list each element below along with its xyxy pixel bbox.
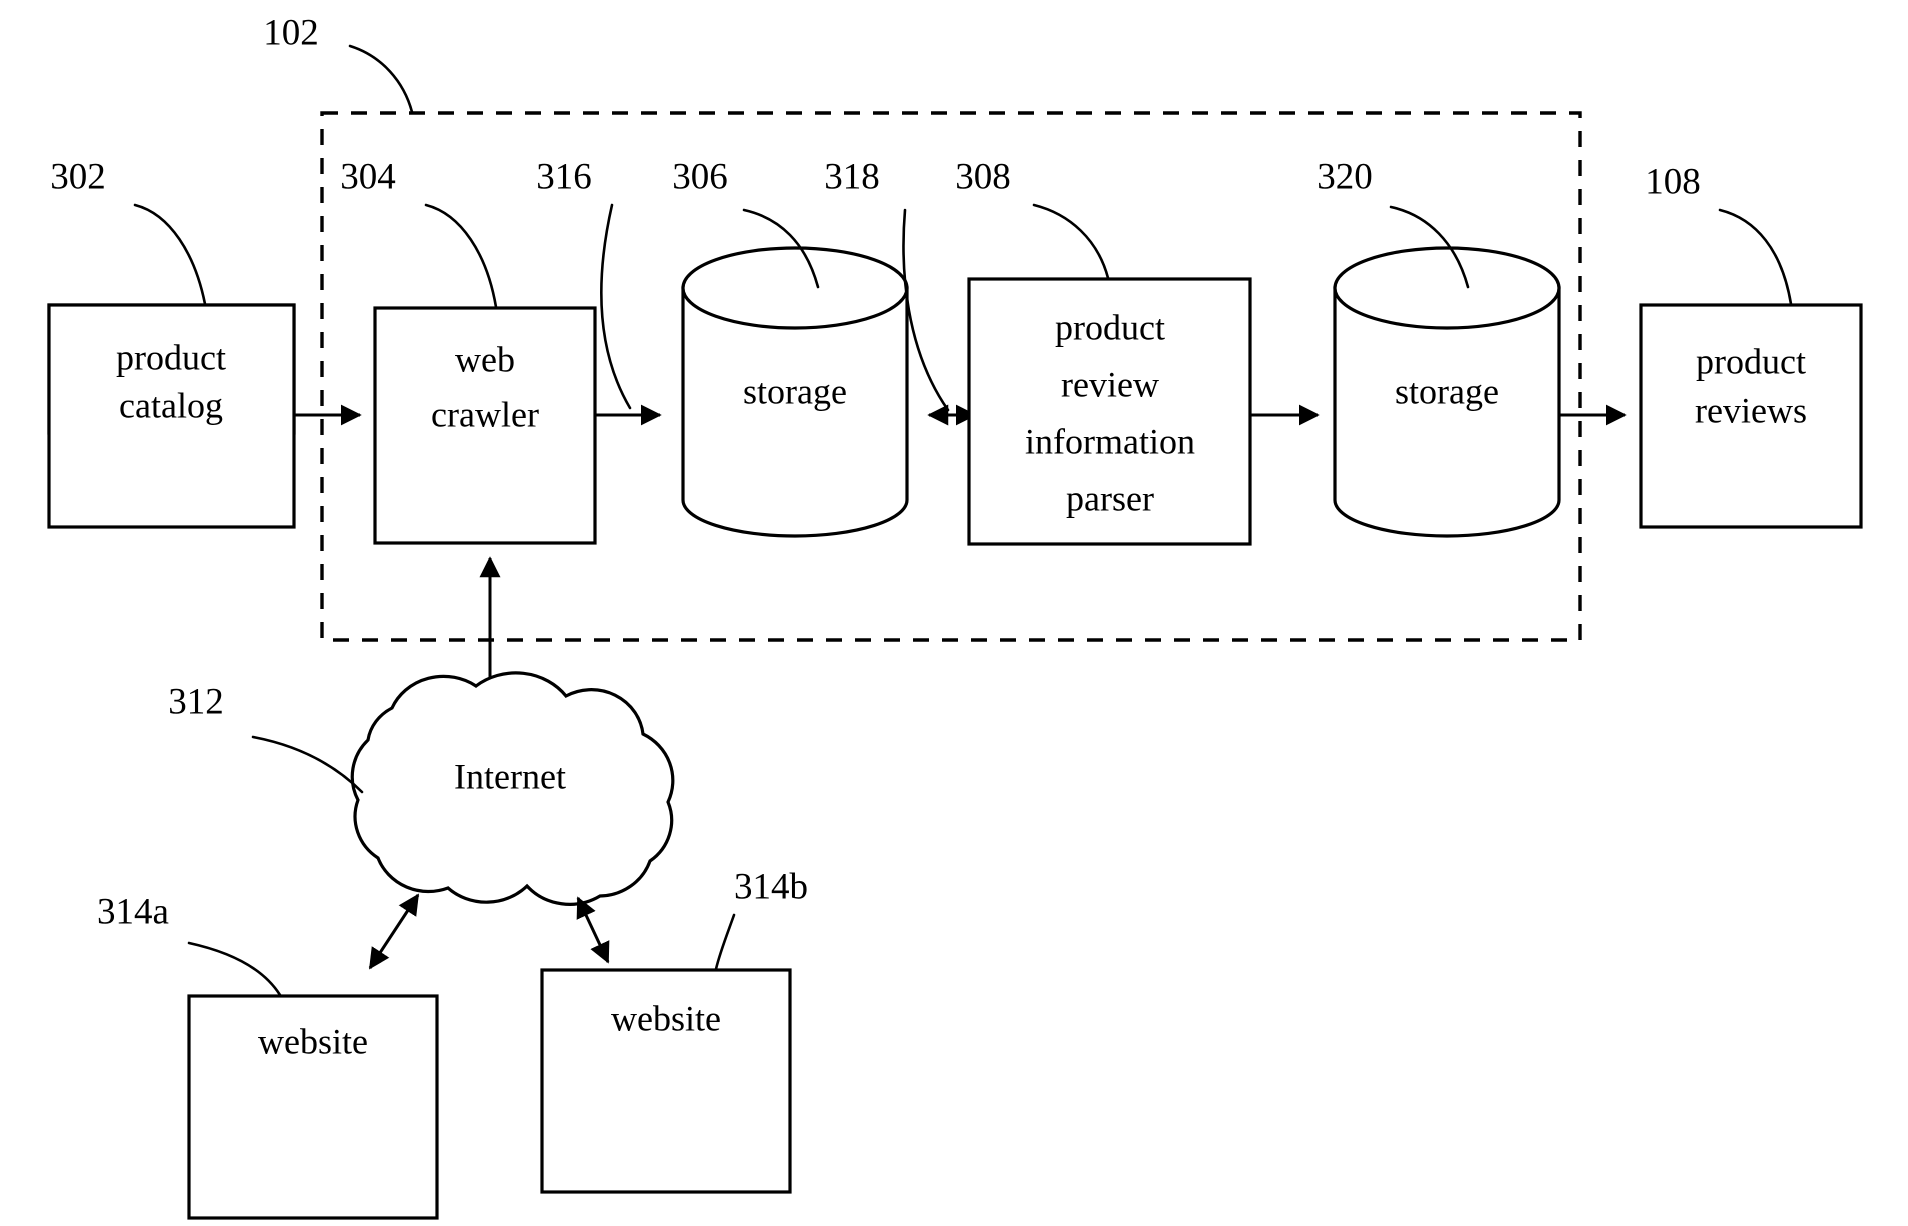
ref-label-108: 108 — [1645, 161, 1701, 202]
figure-canvas: 102 product catalog 302 web crawler 304 … — [0, 0, 1908, 1226]
leader-line-318 — [902, 208, 950, 412]
node-web-crawler-label-line1: web — [455, 339, 515, 379]
node-storage-2-top — [1333, 246, 1561, 330]
patent-figure-diagram: 102 product catalog 302 web crawler 304 … — [47, 12, 1863, 1220]
ref-label-312: 312 — [168, 681, 224, 722]
node-parser-label-line4: parser — [1066, 478, 1154, 518]
node-product-catalog-label-line2: catalog — [119, 385, 223, 425]
leader-line-316 — [600, 203, 632, 410]
ref-label-306: 306 — [672, 156, 728, 197]
ref-label-314b: 314b — [734, 866, 808, 907]
leader-line-314a — [187, 941, 282, 997]
node-parser-label-line3: information — [1025, 421, 1195, 461]
node-product-reviews-label-line2: reviews — [1695, 390, 1807, 430]
flow-internet-to-website-b — [576, 896, 610, 964]
ref-label-314a: 314a — [97, 891, 169, 932]
node-storage-1-label: storage — [743, 371, 847, 411]
leader-line-302 — [133, 203, 207, 306]
node-parser-label-line2: review — [1061, 364, 1159, 404]
node-web-crawler-label-line2: crawler — [431, 394, 539, 434]
leader-line-108 — [1718, 208, 1793, 306]
node-website-b-label: website — [611, 998, 721, 1038]
node-internet-label: Internet — [454, 756, 566, 796]
leader-line-304 — [424, 203, 498, 309]
node-parser-label-line1: product — [1055, 307, 1165, 347]
ref-label-316: 316 — [536, 156, 592, 197]
node-product-reviews-label-line1: product — [1696, 341, 1806, 381]
leader-line-308 — [1032, 203, 1110, 280]
leader-line-312 — [251, 735, 364, 794]
ref-label-318: 318 — [824, 156, 880, 197]
leader-line-314b — [714, 913, 736, 971]
ref-label-320: 320 — [1317, 156, 1373, 197]
node-storage-2-label: storage — [1395, 371, 1499, 411]
node-storage-1-top — [681, 246, 909, 330]
ref-label-304: 304 — [340, 156, 396, 197]
node-website-a-label: website — [258, 1021, 368, 1061]
leader-line-102 — [348, 44, 414, 114]
ref-label-302: 302 — [50, 156, 106, 197]
flow-internet-to-website-a — [368, 893, 420, 970]
node-product-catalog-label-line1: product — [116, 337, 226, 377]
ref-label-308: 308 — [955, 156, 1011, 197]
ref-label-102: 102 — [263, 12, 319, 53]
